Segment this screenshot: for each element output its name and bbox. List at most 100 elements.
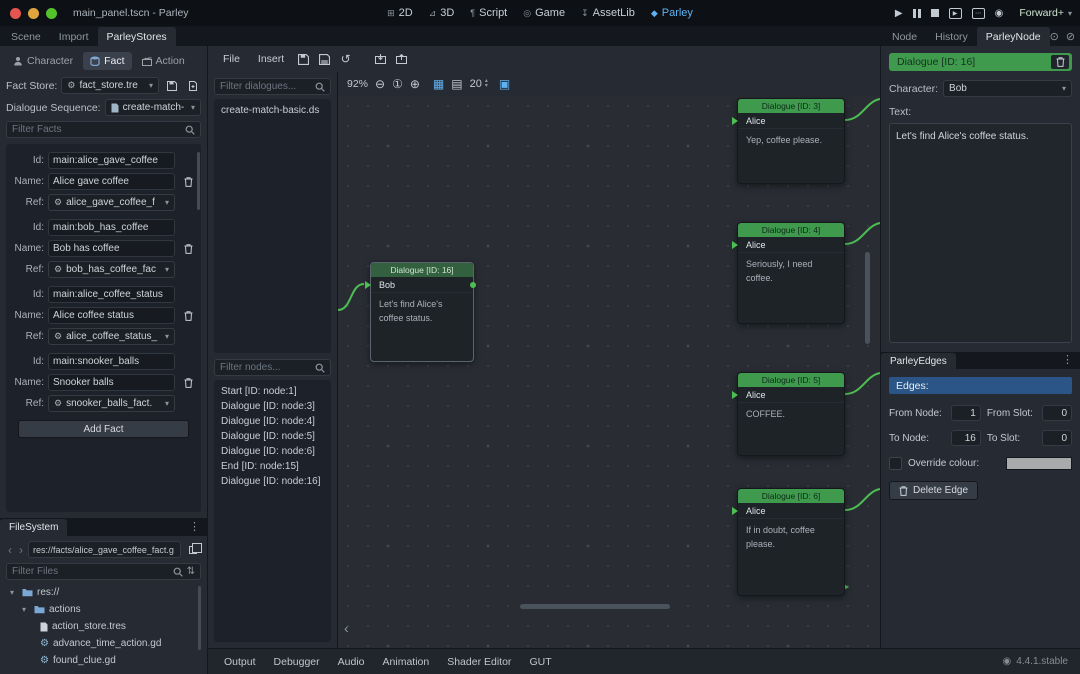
- fact-ref-dropdown[interactable]: ⚙bob_has_coffee_fac▾: [48, 261, 175, 278]
- tree-arrow-icon[interactable]: ▾: [22, 605, 30, 614]
- more-icon[interactable]: ⋮: [1062, 353, 1073, 366]
- input-pin-icon[interactable]: [732, 507, 738, 515]
- from-node-input[interactable]: [951, 405, 981, 421]
- stop-button[interactable]: [931, 9, 939, 17]
- maximize-window-button[interactable]: [46, 8, 57, 19]
- input-pin-icon[interactable]: [732, 241, 738, 249]
- input-pin-icon[interactable]: [732, 117, 738, 125]
- collapse-sidebar-icon[interactable]: ‹: [344, 620, 349, 636]
- graph-node-dialogue-3[interactable]: Dialogue [ID: 3] Alice Yep, coffee pleas…: [737, 98, 845, 184]
- bottom-panel-tab[interactable]: Animation: [375, 653, 438, 671]
- delete-fact-button[interactable]: [180, 307, 197, 324]
- node-title[interactable]: Dialogue [ID: 3]: [738, 99, 844, 113]
- horizontal-scrollbar[interactable]: [520, 604, 670, 609]
- save-all-button[interactable]: [316, 51, 333, 68]
- node-list-item[interactable]: Dialogue [ID: node:16]: [214, 474, 331, 489]
- fact-id-input[interactable]: [48, 152, 175, 169]
- graph-edge[interactable]: [845, 373, 880, 394]
- tree-scrollbar[interactable]: [198, 586, 201, 650]
- tree-arrow-icon[interactable]: ▾: [10, 588, 18, 597]
- history-back-icon[interactable]: ‹: [6, 543, 14, 557]
- snap-toggle-icon[interactable]: ▦: [433, 77, 444, 91]
- node-list-item[interactable]: Dialogue [ID: node:6]: [214, 444, 331, 459]
- no-float-icon[interactable]: ⊘: [1066, 30, 1075, 43]
- file-menu[interactable]: File: [216, 50, 247, 68]
- tree-item[interactable]: ▾ res://: [6, 584, 201, 601]
- node-title[interactable]: Dialogue [ID: 4]: [738, 223, 844, 237]
- sort-icon[interactable]: ⇅: [187, 566, 195, 577]
- filter-facts-input[interactable]: [12, 124, 181, 135]
- graph-node-dialogue-5[interactable]: Dialogue [ID: 5] Alice COFFEE.: [737, 372, 845, 456]
- fact-ref-dropdown[interactable]: ⚙alice_gave_coffee_f▾: [48, 194, 175, 211]
- tree-item[interactable]: ⚙ advance_time_action.gd: [6, 635, 201, 652]
- bottom-panel-tab[interactable]: Audio: [330, 653, 373, 671]
- to-slot-input[interactable]: [1042, 430, 1072, 446]
- filter-dialogues-input[interactable]: [220, 81, 311, 92]
- new-store-button[interactable]: [184, 77, 201, 94]
- from-slot-input[interactable]: [1042, 405, 1072, 421]
- input-pin-icon[interactable]: [732, 391, 738, 399]
- node-list-item[interactable]: End [ID: node:15]: [214, 459, 331, 474]
- float-panel-icon[interactable]: ⊙: [1050, 30, 1059, 43]
- bottom-panel-tab[interactable]: Shader Editor: [439, 653, 519, 671]
- store-tab-action[interactable]: Action: [135, 52, 192, 70]
- movie-mode-button[interactable]: ◉: [995, 8, 1004, 19]
- play-button[interactable]: ▶: [895, 8, 903, 19]
- fact-ref-dropdown[interactable]: ⚙snooker_balls_fact.▾: [48, 395, 175, 412]
- pause-button[interactable]: [913, 9, 921, 18]
- bottom-panel-tab[interactable]: Output: [216, 653, 264, 671]
- fact-id-input[interactable]: [48, 353, 175, 370]
- dialogue-text-area[interactable]: Let's find Alice's coffee status.: [889, 123, 1072, 343]
- minimap-toggle-icon[interactable]: ▣: [499, 77, 510, 91]
- play-custom-scene-button[interactable]: ⋯: [972, 8, 985, 19]
- node-title[interactable]: Dialogue [ID: 16]: [371, 263, 473, 277]
- bottom-panel-tab[interactable]: GUT: [521, 653, 559, 671]
- zoom-in-icon[interactable]: ⊕: [410, 77, 420, 91]
- node-list-item[interactable]: Dialogue [ID: node:5]: [214, 429, 331, 444]
- fact-name-input[interactable]: [48, 240, 175, 257]
- focus-path-button[interactable]: [184, 541, 201, 558]
- zoom-out-icon[interactable]: ⊖: [375, 77, 385, 91]
- delete-fact-button[interactable]: [180, 173, 197, 190]
- grid-toggle-icon[interactable]: ▤: [451, 77, 462, 91]
- delete-node-button[interactable]: [1051, 55, 1069, 69]
- dialogue-file-item[interactable]: create-match-basic.ds: [214, 103, 331, 118]
- tree-item[interactable]: ⚙ found_clue.gd: [6, 652, 201, 669]
- save-button[interactable]: [295, 51, 312, 68]
- tree-item[interactable]: action_store.tres: [6, 618, 201, 635]
- dialogue-sequence-dropdown[interactable]: create-match- ▾: [105, 99, 201, 116]
- graph-canvas[interactable]: Dialogue [ID: 16] Bob Let's find Alice's…: [338, 96, 880, 648]
- menu-2d[interactable]: ⊞2D: [387, 7, 413, 19]
- delete-fact-button[interactable]: [180, 374, 197, 391]
- more-icon[interactable]: ⋮: [189, 520, 200, 533]
- character-dropdown[interactable]: Bob ▾: [943, 80, 1072, 97]
- fact-name-input[interactable]: [48, 374, 175, 391]
- graph-edge[interactable]: [845, 99, 880, 120]
- menu-3d[interactable]: ⊿3D: [429, 7, 455, 19]
- edges-header[interactable]: Edges:: [889, 377, 1072, 394]
- renderer-dropdown[interactable]: Forward+▾: [1019, 7, 1072, 19]
- filter-files-input[interactable]: [12, 566, 169, 577]
- fact-store-dropdown[interactable]: ⚙ fact_store.tre ▾: [61, 77, 159, 94]
- graph-node-dialogue-6[interactable]: Dialogue [ID: 6] Alice If in doubt, coff…: [737, 488, 845, 596]
- store-tab-character[interactable]: Character: [6, 52, 80, 70]
- graph-edge[interactable]: [845, 223, 880, 244]
- to-node-input[interactable]: [951, 430, 981, 446]
- delete-fact-button[interactable]: [180, 240, 197, 257]
- facts-scrollbar[interactable]: [197, 152, 200, 210]
- fact-id-input[interactable]: [48, 286, 175, 303]
- history-forward-icon[interactable]: ›: [17, 543, 25, 557]
- bottom-panel-tab[interactable]: Debugger: [266, 653, 328, 671]
- tab-parleynode[interactable]: ParleyNode: [977, 27, 1050, 46]
- tab-import[interactable]: Import: [50, 27, 98, 46]
- input-pin-icon[interactable]: [365, 281, 371, 289]
- insert-menu[interactable]: Insert: [251, 50, 291, 68]
- output-pin-icon[interactable]: [470, 282, 476, 288]
- tab-history[interactable]: History: [926, 27, 977, 46]
- minimize-window-button[interactable]: [28, 8, 39, 19]
- override-colour-swatch[interactable]: [1006, 457, 1072, 470]
- add-fact-button[interactable]: Add Fact: [18, 420, 189, 438]
- tab-parleyedges[interactable]: ParleyEdges: [881, 353, 956, 369]
- tab-filesystem[interactable]: FileSystem: [0, 519, 67, 536]
- node-title[interactable]: Dialogue [ID: 6]: [738, 489, 844, 503]
